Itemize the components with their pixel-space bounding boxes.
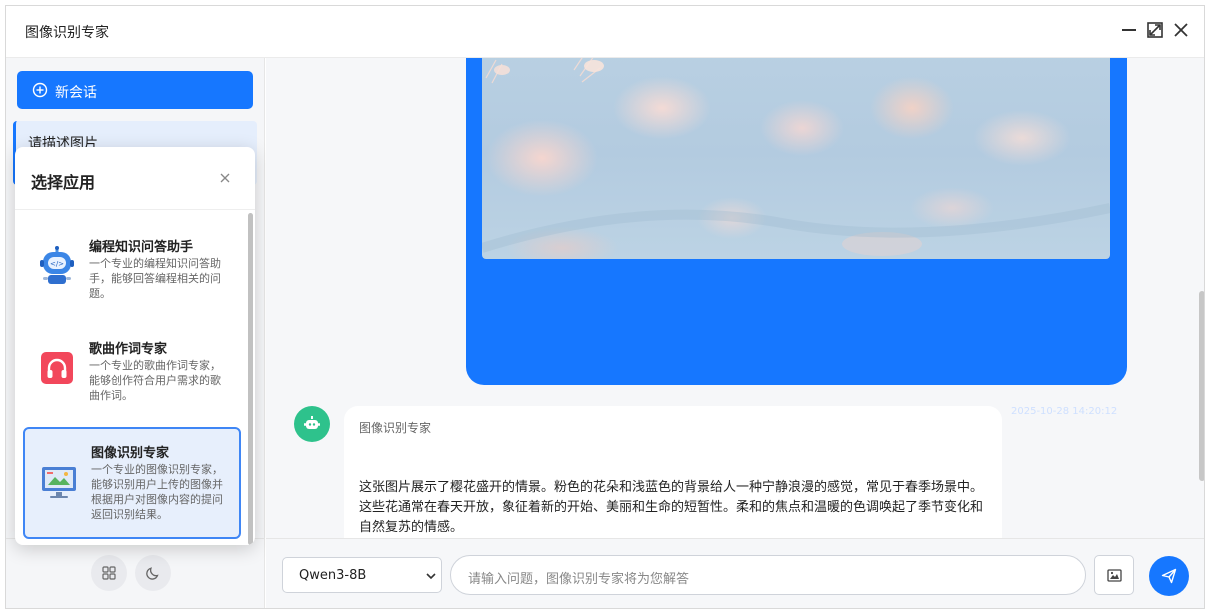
app-name: 编程知识问答助手 [89, 240, 194, 255]
popup-scrollbar[interactable] [248, 210, 253, 545]
maximize-icon[interactable] [1145, 20, 1165, 40]
app-description: 一个专业的歌曲作词专家，能够创作符合用户需求的歌曲作词。 [89, 359, 221, 402]
model-select[interactable]: Qwen3-8B [282, 557, 442, 593]
upload-image-button[interactable] [1094, 555, 1134, 595]
image-icon [1107, 569, 1122, 582]
window-title: 图像识别专家 [25, 25, 109, 41]
input-bar: Qwen3-8B 请输入问题，图像识别专家将为您解答 [266, 538, 1204, 608]
app-picker-header: 选择应用 [15, 147, 255, 210]
send-button[interactable] [1149, 556, 1189, 596]
app-card-lyrics[interactable]: 歌曲作词专家 一个专业的歌曲作词专家，能够创作符合用户需求的歌曲作词。 [23, 325, 241, 437]
headphones-icon [41, 352, 73, 384]
app-window: 图像识别专家 新会话 请描述图片 选择应用 </> 编程知识问答助手 一个专业的… [5, 5, 1205, 609]
message-timestamp: 2025-10-28 14:20:12 [1011, 406, 1118, 417]
app-card-programming[interactable]: </> 编程知识问答助手 一个专业的编程知识问答助手，能够回答编程相关的问题。 [23, 223, 241, 335]
chat-scrollbar[interactable] [1198, 58, 1204, 538]
model-select-value: Qwen3-8B [299, 568, 367, 583]
sidebar-footer [6, 538, 265, 608]
question-input-placeholder: 请输入问题，图像识别专家将为您解答 [468, 572, 690, 587]
app-picker-title: 选择应用 [31, 173, 96, 192]
new-chat-button[interactable]: 新会话 [17, 71, 253, 109]
app-name: 歌曲作词专家 [89, 342, 168, 357]
robot-icon: </> [40, 246, 74, 284]
question-input[interactable]: 请输入问题，图像识别专家将为您解答 [450, 555, 1086, 595]
app-description: 一个专业的图像识别专家，能够识别用户上传的图像并根据用户对图像内容的提问返回识别… [91, 463, 223, 521]
minimize-icon[interactable] [1119, 20, 1139, 40]
bot-sender-name: 图像识别专家 [359, 421, 432, 435]
bot-icon [304, 416, 320, 429]
close-icon[interactable] [1171, 20, 1191, 40]
theme-toggle-button[interactable] [135, 555, 171, 591]
uploaded-cherry-blossom-image[interactable] [482, 58, 1110, 259]
user-message-bubble: 2025-10-28 14:20:12 [466, 58, 1127, 417]
moon-icon [146, 567, 159, 580]
image-recognition-icon [42, 467, 76, 498]
app-description: 一个专业的编程知识问答助手，能够回答编程相关的问题。 [89, 257, 221, 300]
chevron-down-icon [426, 573, 436, 580]
bot-message-text: 这张图片展示了樱花盛开的情景。粉色的花朵和浅蓝色的背景给人一种宁静浪漫的感觉，常… [359, 480, 984, 535]
send-icon [1161, 568, 1177, 584]
new-chat-label: 新会话 [55, 85, 97, 101]
close-icon[interactable] [218, 171, 232, 185]
blossom-petals [482, 58, 1110, 256]
bot-avatar [294, 406, 330, 442]
grid-icon [102, 566, 116, 580]
app-card-image-recognition[interactable]: 图像识别专家 一个专业的图像识别专家，能够识别用户上传的图像并根据用户对图像内容… [23, 427, 241, 539]
scroll-thumb[interactable] [1199, 291, 1204, 481]
app-name: 图像识别专家 [91, 446, 170, 461]
apps-grid-button[interactable] [91, 555, 127, 591]
app-picker-popup: 选择应用 </> 编程知识问答助手 一个专业的编程知识问答助手，能够回答编程相关… [15, 147, 255, 545]
plus-circle-icon [32, 82, 48, 98]
scroll-thumb[interactable] [248, 213, 253, 545]
chat-area: 2025-10-28 14:20:12 图像识别专家 这张图片展示了樱花盛开的情… [266, 58, 1204, 608]
title-bar: 图像识别专家 [6, 6, 1204, 58]
svg-text:</>: </> [50, 260, 64, 268]
